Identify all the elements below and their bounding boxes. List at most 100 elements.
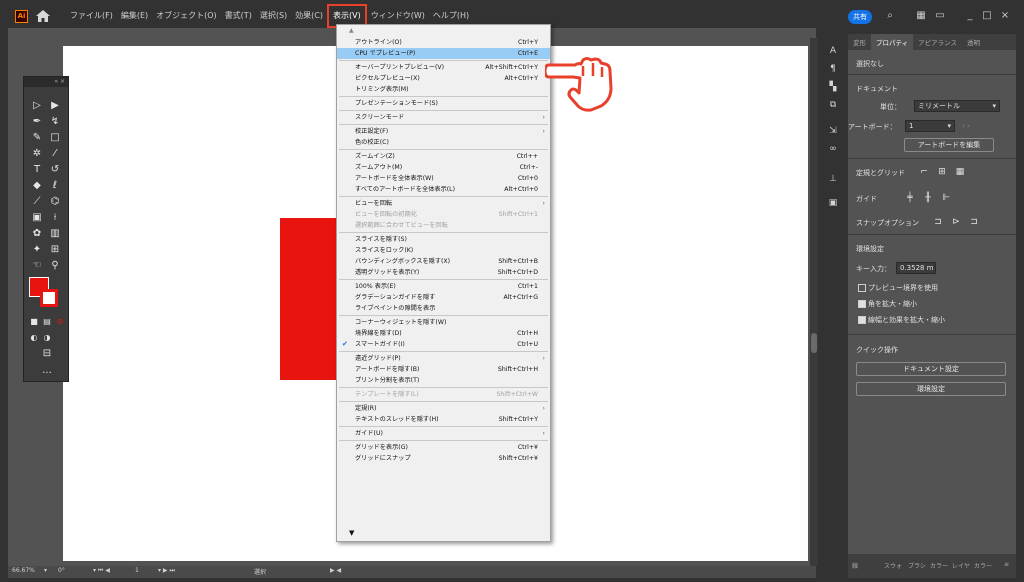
scale-strokes-checkbox[interactable]	[858, 316, 866, 324]
view-menu-item[interactable]: グリッドにスナップ Shift+Ctrl+¥	[337, 453, 550, 464]
view-menu-item[interactable]: スクリーンモード ›	[337, 112, 550, 123]
screen-mode-icon[interactable]: ⊟	[40, 347, 54, 361]
export-panel-icon[interactable]: ⇲	[826, 124, 840, 138]
lasso-tool-icon[interactable]: ℓ	[48, 179, 62, 193]
view-menu-item[interactable]: 100% 表示(E) Ctrl+1	[337, 281, 550, 292]
preview-bounds-checkbox[interactable]	[858, 284, 866, 292]
menu-object[interactable]: オブジェクト(O)	[152, 4, 221, 28]
menu-file[interactable]: ファイル(F)	[66, 4, 117, 28]
align-panel-icon[interactable]: ⊥	[826, 172, 840, 186]
transparency-grid-icon[interactable]: ▦	[954, 166, 966, 178]
tab-transform[interactable]: 変形	[848, 34, 871, 50]
maximize-button[interactable]: □	[980, 10, 994, 22]
tab-transparency[interactable]: 透明	[962, 34, 985, 50]
view-menu-item[interactable]: プレゼンテーションモード(S)	[337, 98, 550, 109]
gradient-mode-icon[interactable]: ▤	[40, 315, 54, 329]
rectangle-tool-icon[interactable]: □	[48, 131, 62, 145]
view-menu-item[interactable]: CPU でプレビュー(P) Ctrl+E	[337, 48, 550, 59]
view-menu-item[interactable]: バウンディングボックスを隠す(X) Shift+Ctrl+B	[337, 256, 550, 267]
home-icon[interactable]	[35, 9, 51, 23]
tab-appearance[interactable]: アピアランス	[913, 34, 962, 50]
menu-edit[interactable]: 編集(E)	[117, 4, 152, 28]
view-menu-item[interactable]: ズームアウト(M) Ctrl+-	[337, 162, 550, 173]
fill-mode-icon[interactable]: ■	[27, 315, 41, 329]
view-menu-item[interactable]: コーナーウィジェットを隠す(W)	[337, 317, 550, 328]
snap-pixel-icon[interactable]: ⊐	[968, 216, 980, 228]
tab-swatches[interactable]: スウォ	[884, 561, 902, 570]
menu-type[interactable]: 書式(T)	[221, 4, 256, 28]
lock-guides-icon[interactable]: ╫	[922, 192, 934, 204]
eraser-tool-icon[interactable]: ◆	[30, 179, 44, 193]
mesh-tool-icon[interactable]: ⟊	[48, 211, 62, 225]
tab-brushes[interactable]: ブラシ	[908, 561, 926, 570]
scale-corners-checkbox[interactable]	[858, 300, 866, 308]
artboard-tool-icon[interactable]: ⊞	[48, 243, 62, 257]
blend-tool-icon[interactable]: ⌬	[48, 195, 62, 209]
view-menu-item[interactable]: ガイド(U) ›	[337, 428, 550, 439]
curvature-tool-icon[interactable]: ↯	[48, 115, 62, 129]
type-tool-icon[interactable]: T	[30, 163, 44, 177]
view-menu-item[interactable]: 透明グリッドを表示(Y) Shift+Ctrl+D	[337, 267, 550, 278]
panel-grip[interactable]: « ×	[24, 77, 68, 87]
units-select[interactable]: ミリメートル ▾	[914, 100, 1000, 112]
view-menu-item[interactable]: 遠近グリッド(P) ›	[337, 353, 550, 364]
character-panel-icon[interactable]: A	[826, 44, 840, 58]
artboard-nav-icon[interactable]: ▾ ⏮ ◀	[93, 567, 110, 575]
view-menu-item[interactable]: スライスをロック(K)	[337, 245, 550, 256]
links-panel-icon[interactable]: ∞	[826, 142, 840, 156]
minimize-button[interactable]: _	[963, 10, 977, 22]
status-arrow-icon[interactable]: ▶ ◀	[330, 567, 341, 574]
view-menu-item[interactable]: アートボードを隠す(B) Shift+Ctrl+H	[337, 364, 550, 375]
view-menu-item[interactable]: 色の校正(C)	[337, 137, 550, 148]
ruler-icon[interactable]: ⌐	[918, 166, 930, 178]
view-menu-item[interactable]: テキストのスレッドを隠す(H) Shift+Ctrl+Y	[337, 414, 550, 425]
view-menu-item[interactable]: ビューを回転 ›	[337, 198, 550, 209]
view-menu-item[interactable]: ✔ スマートガイド(I) Ctrl+U	[337, 339, 550, 350]
workspace-icon[interactable]: ▭	[933, 10, 947, 22]
tab-stroke[interactable]: 線	[852, 561, 858, 570]
direct-selection-tool-icon[interactable]: ▶	[48, 99, 62, 113]
none-mode-icon[interactable]: ⊘	[53, 315, 67, 329]
close-button[interactable]: ×	[998, 10, 1012, 22]
view-menu-item[interactable]: 境界線を隠す(D) Ctrl+H	[337, 328, 550, 339]
zoom-level[interactable]: 66.67%	[12, 567, 35, 574]
key-increment-input[interactable]: 0.3528 m	[896, 262, 936, 274]
eyedropper-tool-icon[interactable]: ⟋	[30, 195, 44, 209]
view-menu-item[interactable]: すべてのアートボードを全体表示(L) Alt+Ctrl+0	[337, 184, 550, 195]
artboard-number[interactable]: 1	[135, 567, 139, 574]
artboards-panel-icon[interactable]: ⧉	[826, 98, 840, 112]
preferences-button[interactable]: 環境設定	[856, 382, 1006, 396]
shaper-tool-icon[interactable]: ✲	[30, 147, 44, 161]
view-menu-item[interactable]: グラデーションガイドを隠す Alt+Ctrl+G	[337, 292, 550, 303]
view-menu-item[interactable]: ピクセルプレビュー(X) Alt+Ctrl+Y	[337, 73, 550, 84]
view-menu-item[interactable]: プリント分割を表示(T)	[337, 375, 550, 386]
snap-grid-icon[interactable]: ⊳	[950, 216, 962, 228]
draw-behind-icon[interactable]: ◑	[40, 331, 54, 345]
arrange-documents-icon[interactable]: ▦	[914, 10, 928, 22]
scroll-up-icon[interactable]: ▲	[349, 27, 354, 34]
paintbrush-tool-icon[interactable]: ⁄	[48, 147, 62, 161]
zoom-dropdown-icon[interactable]: ▾	[44, 567, 47, 574]
selection-tool-icon[interactable]: ▷	[30, 99, 44, 113]
view-menu-item[interactable]: グリッドを表示(G) Ctrl+¥	[337, 442, 550, 453]
panel-menu-icon[interactable]: ≡	[1004, 561, 1009, 568]
scrollbar-thumb[interactable]	[811, 333, 817, 353]
pencil-tool-icon[interactable]: ✎	[30, 131, 44, 145]
share-button[interactable]: 共有	[848, 10, 872, 24]
gradient-tool-icon[interactable]: ▣	[30, 211, 44, 225]
view-menu-item[interactable]: ライブペイントの隙間を表示	[337, 303, 550, 314]
stroke-color-swatch[interactable]	[40, 289, 58, 307]
artboard-next-icon[interactable]: ▾ ▶ ⏭	[158, 567, 175, 575]
grid-icon[interactable]: ⊞	[936, 166, 948, 178]
graph-tool-icon[interactable]: ▥	[48, 227, 62, 241]
tab-layers[interactable]: レイヤ	[952, 561, 970, 570]
symbol-sprayer-icon[interactable]: ✿	[30, 227, 44, 241]
guides-icon[interactable]: ╪	[904, 192, 916, 204]
scroll-down-icon[interactable]: ▼	[349, 529, 354, 537]
artboard-select[interactable]: 1 ▾	[905, 120, 955, 132]
view-menu-item[interactable]: ズームイン(Z) Ctrl++	[337, 151, 550, 162]
snap-point-icon[interactable]: ⊐	[932, 216, 944, 228]
rotate-tool-icon[interactable]: ↺	[48, 163, 62, 177]
rotation-value[interactable]: 0°	[58, 567, 65, 574]
menu-effect[interactable]: 効果(C)	[291, 4, 327, 28]
